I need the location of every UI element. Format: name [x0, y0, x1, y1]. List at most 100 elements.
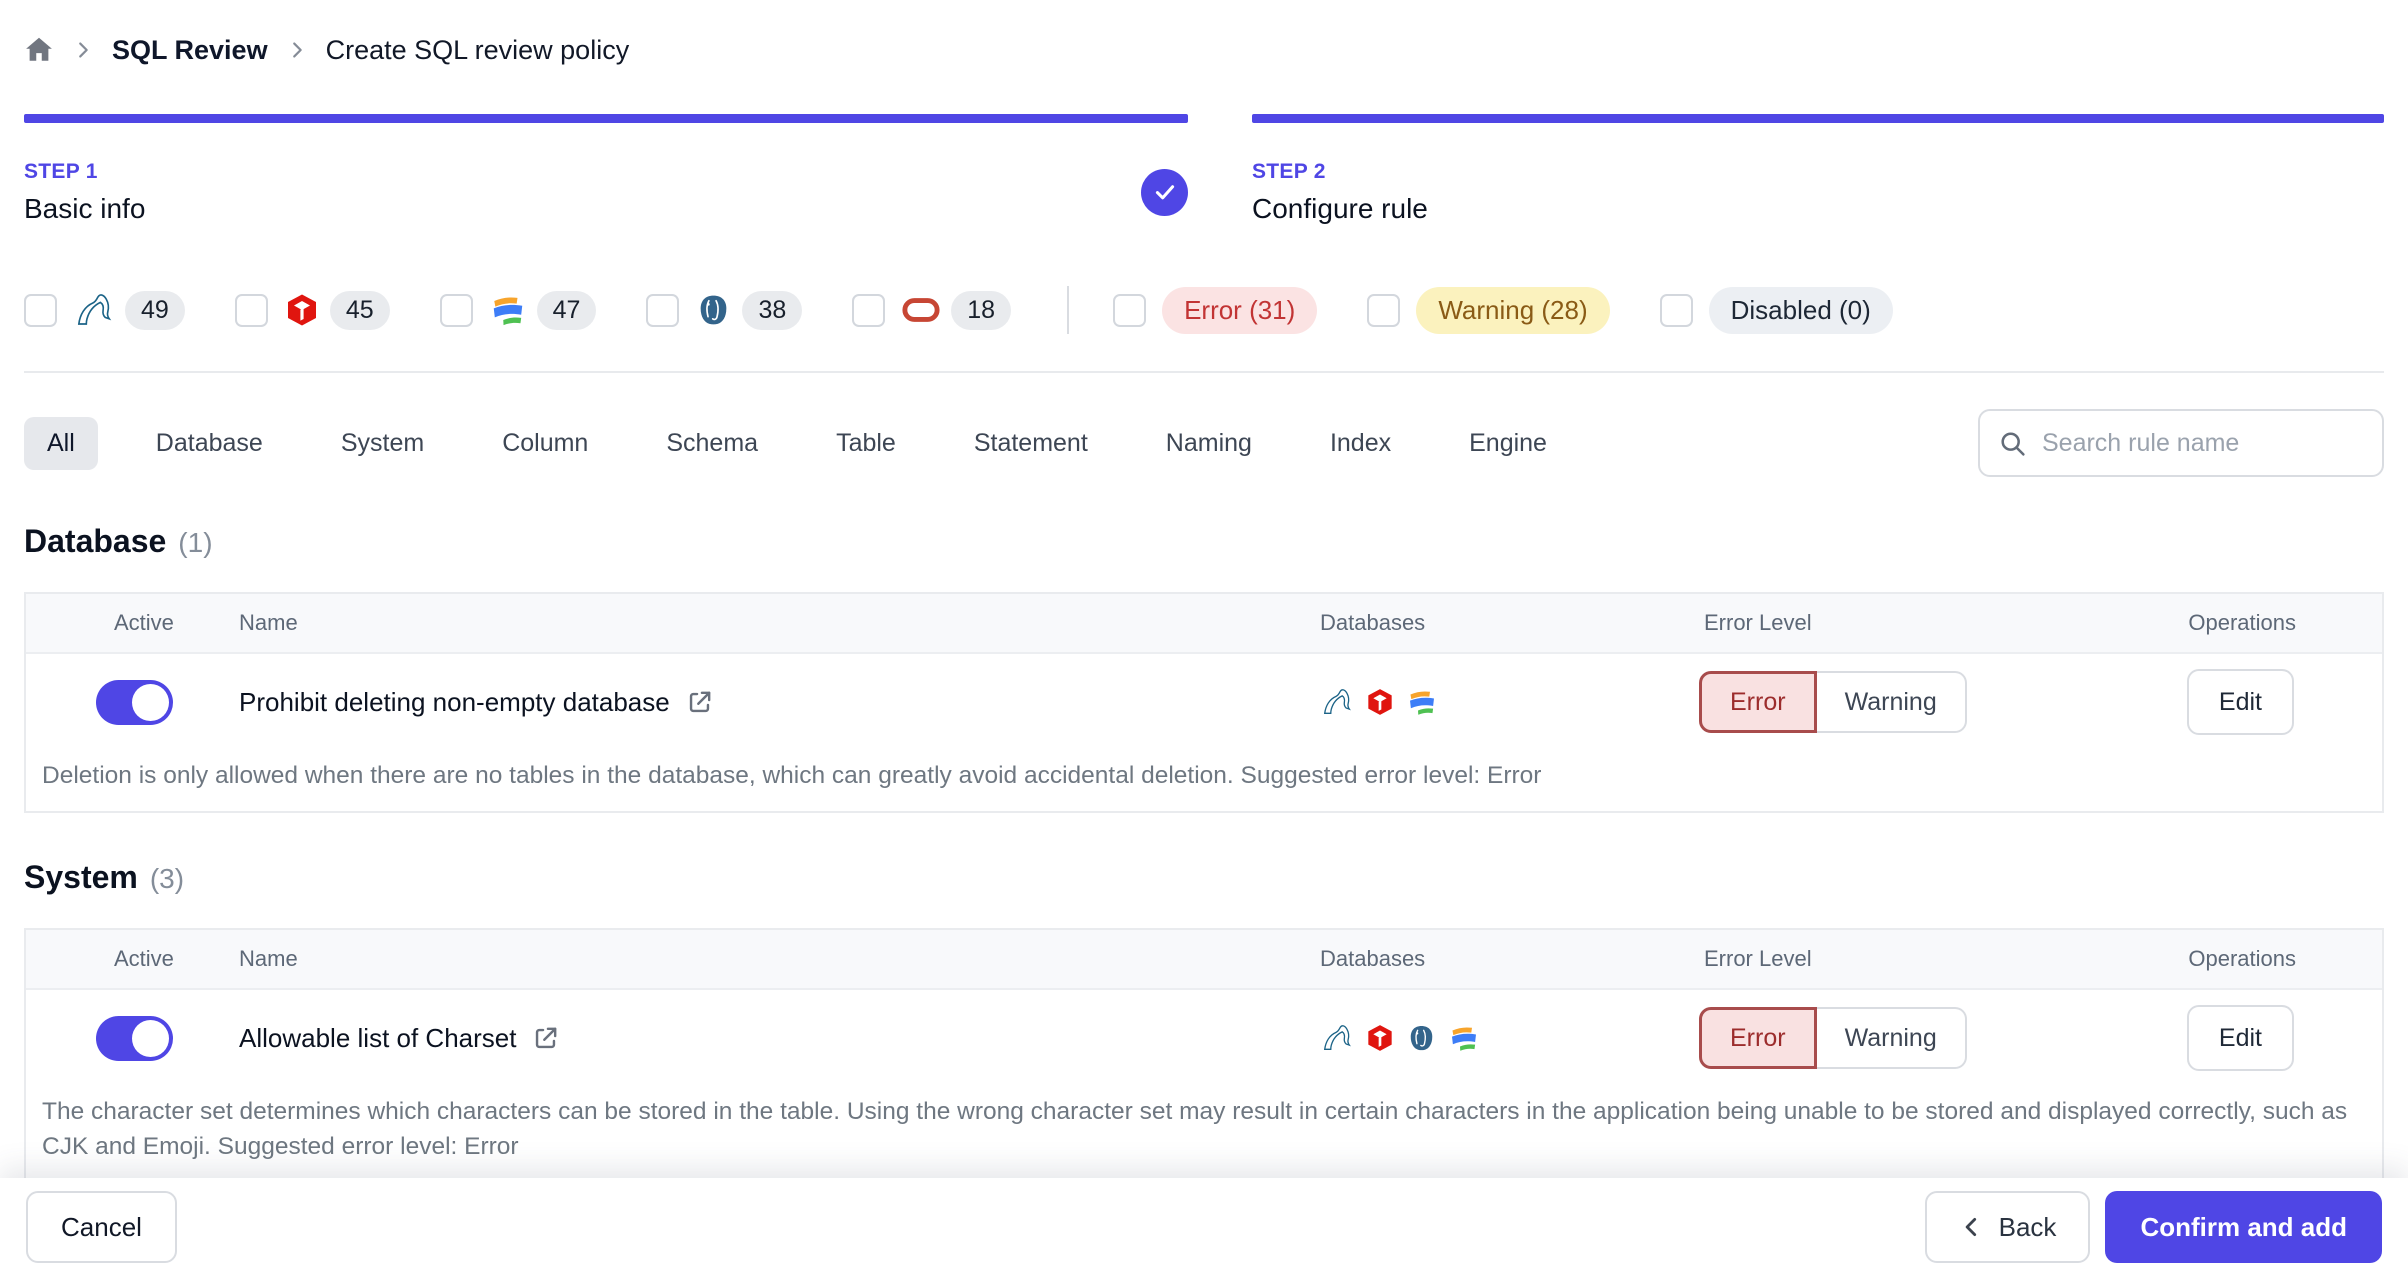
filter-bar: 49 45 47 38 18 Error (31) Warning (28) D…: [24, 279, 2384, 341]
section-title: System: [24, 859, 138, 895]
error-level-warning-button[interactable]: Warning: [1816, 671, 1967, 733]
table-header-row: Active Name Databases Error Level Operat…: [26, 930, 2382, 990]
section-divider: [24, 371, 2384, 373]
filter-warning-level: Warning (28): [1367, 286, 1610, 334]
error-level-segmented-control: Error Warning: [1699, 1007, 1967, 1069]
breadcrumb: SQL Review Create SQL review policy: [24, 0, 2384, 72]
step-complete-check-icon: [1141, 168, 1188, 216]
rule-description: The character set determines which chara…: [42, 1098, 2348, 1160]
section-count: (3): [149, 863, 185, 894]
cancel-button[interactable]: Cancel: [26, 1191, 177, 1263]
step-2[interactable]: STEP 2 Configure rule: [1252, 114, 2384, 233]
step-2-progress-bar: [1252, 114, 2384, 123]
footer-action-bar: Cancel Back Confirm and add: [0, 1178, 2408, 1276]
warning-level-checkbox[interactable]: [1367, 293, 1401, 327]
rule-active-toggle[interactable]: [96, 679, 173, 725]
search-icon: [1998, 429, 2027, 458]
search-input[interactable]: [2040, 427, 2364, 459]
rule-active-toggle[interactable]: [96, 1015, 173, 1061]
chevron-left-icon: [1959, 1214, 1985, 1240]
error-level-warning-button[interactable]: Warning: [1816, 1007, 1967, 1069]
column-header-operations: Operations: [2188, 610, 2296, 635]
step-1-progress-bar: [24, 114, 1188, 123]
postgresql-icon: [1406, 1023, 1437, 1054]
category-tabs: All Database System Column Schema Table …: [24, 416, 1625, 470]
postgresql-count-badge: 38: [742, 290, 803, 330]
step-1[interactable]: STEP 1 Basic info: [24, 114, 1188, 233]
postgresql-checkbox[interactable]: [646, 293, 680, 327]
confirm-and-add-button[interactable]: Confirm and add: [2105, 1191, 2382, 1263]
rule-description: Deletion is only allowed when there are …: [42, 762, 1542, 789]
stepper: STEP 1 Basic info STEP 2 Configure rule: [24, 114, 2384, 233]
oceanbase-count-badge: 47: [536, 290, 597, 330]
filter-mysql: 49: [24, 289, 185, 331]
back-button-label: Back: [1998, 1211, 2057, 1242]
oceanbase-icon: [1448, 1022, 1480, 1054]
postgresql-icon: [695, 292, 732, 329]
tidb-count-badge: 45: [329, 290, 390, 330]
table-header-row: Active Name Databases Error Level Operat…: [26, 594, 2382, 654]
mysql-checkbox[interactable]: [24, 293, 57, 327]
tidb-checkbox[interactable]: [234, 293, 268, 327]
step-2-label: STEP 2: [1252, 159, 1326, 183]
edit-button[interactable]: Edit: [2186, 669, 2294, 735]
breadcrumb-current-page: Create SQL review policy: [325, 34, 630, 65]
category-tabs-row: All Database System Column Schema Table …: [24, 409, 2384, 477]
mysql-icon: [1320, 1021, 1354, 1055]
section-title: Database: [24, 523, 167, 559]
filter-divider: [1067, 286, 1070, 334]
disabled-level-checkbox[interactable]: [1659, 293, 1693, 327]
column-header-name: Name: [239, 610, 298, 635]
tab-index[interactable]: Index: [1330, 417, 1391, 470]
filter-disabled-level: Disabled (0): [1659, 286, 1893, 334]
filter-oceanbase: 47: [439, 290, 597, 330]
filter-tidb: 45: [234, 290, 390, 330]
tab-column[interactable]: Column: [502, 417, 588, 470]
tab-naming[interactable]: Naming: [1166, 417, 1252, 470]
database-rules-table: Active Name Databases Error Level Operat…: [24, 592, 2384, 813]
edit-button[interactable]: Edit: [2186, 1005, 2294, 1071]
external-link-icon[interactable]: [531, 1024, 560, 1053]
mysql-icon: [73, 289, 115, 331]
table-row: Allowable list of Charset Error Warning …: [26, 990, 2382, 1086]
tidb-icon: [1365, 687, 1395, 717]
back-button[interactable]: Back: [1924, 1191, 2091, 1263]
tab-statement[interactable]: Statement: [974, 417, 1088, 470]
column-header-operations: Operations: [2188, 946, 2296, 971]
disabled-count-badge: Disabled (0): [1708, 286, 1893, 334]
column-header-name: Name: [239, 946, 298, 971]
breadcrumb-sql-review[interactable]: SQL Review: [112, 35, 268, 66]
error-level-error-button[interactable]: Error: [1699, 1007, 1817, 1069]
oceanbase-checkbox[interactable]: [439, 293, 473, 327]
tab-engine[interactable]: Engine: [1469, 417, 1547, 470]
section-heading-database: Database (1): [24, 523, 2384, 560]
chevron-right-icon: [286, 39, 308, 61]
filter-oracle: 18: [852, 290, 1012, 330]
rule-name: Prohibit deleting non-empty database: [239, 686, 670, 717]
filter-error-level: Error (31): [1113, 286, 1318, 334]
tab-database[interactable]: Database: [156, 417, 263, 470]
tab-table[interactable]: Table: [836, 417, 896, 470]
error-level-checkbox[interactable]: [1113, 293, 1147, 327]
section-heading-system: System (3): [24, 859, 2384, 896]
home-icon[interactable]: [24, 35, 54, 65]
toggle-knob: [132, 683, 169, 721]
section-count: (1): [178, 527, 213, 558]
oracle-icon: [901, 290, 941, 330]
tab-all[interactable]: All: [24, 416, 98, 470]
external-link-icon[interactable]: [685, 688, 714, 717]
filter-postgresql: 38: [646, 290, 803, 330]
warning-count-badge: Warning (28): [1416, 286, 1610, 334]
oracle-checkbox[interactable]: [852, 293, 886, 327]
toggle-knob: [132, 1019, 169, 1057]
error-level-error-button[interactable]: Error: [1699, 671, 1817, 733]
column-header-active: Active: [114, 610, 174, 635]
tab-schema[interactable]: Schema: [666, 417, 758, 470]
rule-name: Allowable list of Charset: [239, 1022, 517, 1053]
system-rules-table: Active Name Databases Error Level Operat…: [24, 928, 2384, 1184]
error-level-segmented-control: Error Warning: [1699, 671, 1967, 733]
tab-system[interactable]: System: [341, 417, 424, 470]
step-1-label: STEP 1: [24, 159, 98, 183]
oceanbase-icon: [1406, 686, 1438, 718]
step-1-title: Basic info: [24, 192, 146, 224]
